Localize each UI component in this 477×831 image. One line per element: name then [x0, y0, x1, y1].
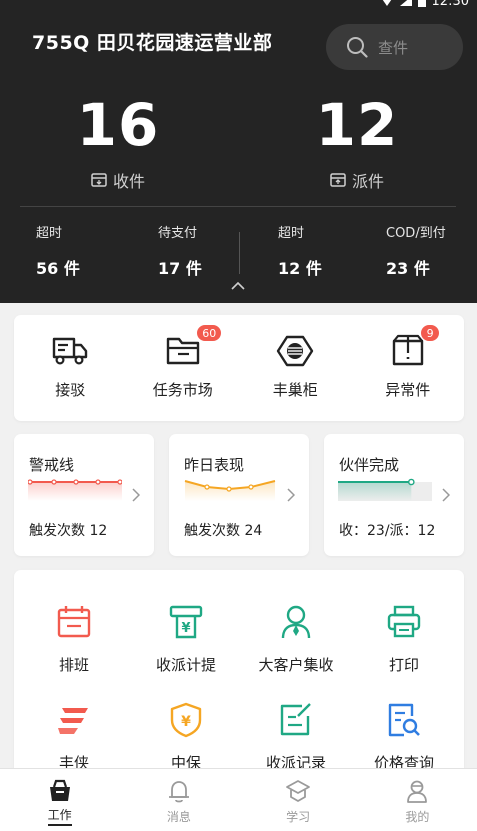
metric-title: 警戒线: [29, 456, 75, 474]
signal-icon: [399, 0, 412, 6]
tool-key-account[interactable]: 大客户集收: [240, 604, 352, 675]
receive-count: 16: [76, 91, 160, 159]
tab-study[interactable]: 学习: [239, 769, 358, 831]
yesterday-performance-card[interactable]: 昨日表现 触发次数 24: [169, 434, 309, 556]
header-vertical-divider: [239, 232, 240, 274]
receive-label: 收件: [112, 172, 145, 191]
header-divider: [20, 206, 456, 207]
tool-price-query[interactable]: 价格查询: [348, 702, 460, 773]
tool-fengxia[interactable]: 丰侠: [18, 702, 130, 773]
tool-schedule[interactable]: 排班: [18, 604, 130, 675]
tab-work[interactable]: 工作: [0, 769, 119, 831]
sub-stat-value: 17 件: [158, 259, 202, 278]
quick-action-locker[interactable]: 丰巢柜: [239, 315, 352, 421]
dispatch-stat[interactable]: 12 派件: [287, 92, 427, 192]
dashboard-header: 12:30 755Q 田贝花园速运营业部 查件 16 收件 12 派件 超时 5…: [0, 0, 477, 303]
tab-label: 学习: [286, 810, 311, 824]
quick-action-label: 接驳: [55, 381, 86, 399]
bell-icon: [168, 781, 189, 803]
status-bar: 12:30: [380, 0, 469, 9]
sub-stat-title: COD/到付: [386, 226, 446, 241]
partner-completion-card[interactable]: 伙伴完成 收：23/派：12: [324, 434, 464, 556]
svg-text:¥: ¥: [181, 621, 190, 636]
quick-action-transfer[interactable]: 接驳: [14, 315, 127, 421]
chevron-right-icon: [442, 488, 450, 502]
battery-icon: [417, 0, 426, 7]
sub-stat-value: 56 件: [36, 259, 80, 278]
quick-action-label: 异常件: [385, 381, 431, 399]
bottom-tab-bar: 工作 消息 学习 我的: [0, 768, 477, 831]
tab-profile[interactable]: 我的: [358, 769, 477, 831]
printer-icon: [387, 605, 421, 638]
status-time: 12:30: [431, 0, 469, 9]
search-input[interactable]: 查件: [326, 24, 463, 70]
truck-icon: [53, 337, 88, 365]
tool-commission[interactable]: ¥ 收派计提: [130, 604, 242, 675]
svg-text:¥: ¥: [181, 714, 191, 730]
tool-insurance[interactable]: ¥ 中保: [130, 702, 242, 773]
dispatch-box-icon: [330, 173, 346, 187]
chevron-right-icon: [287, 488, 295, 502]
calendar-icon: [57, 606, 91, 638]
work-bag-icon: [49, 779, 70, 801]
doc-search-icon: [388, 703, 420, 737]
station-name: 755Q 田贝花园速运营业部: [32, 32, 273, 54]
tool-print[interactable]: 打印: [348, 604, 460, 675]
tools-card: 排班 ¥ 收派计提 大客户集收 打印 丰侠 ¥ 中保 收派记录 价格查询: [14, 570, 464, 800]
metric-title: 昨日表现: [184, 456, 245, 474]
alert-line-card[interactable]: 警戒线 触发次数 12: [14, 434, 154, 556]
quick-actions-card: 接驳 任务市场 60 丰巢柜 异常件 9: [14, 315, 464, 421]
search-placeholder: 查件: [378, 38, 409, 57]
tool-label: 打印: [388, 656, 419, 674]
collapse-chevron-icon[interactable]: [229, 281, 247, 291]
metric-value: 触发次数 24: [184, 523, 263, 539]
pending-payment-stat[interactable]: 待支付 17 件: [158, 222, 202, 279]
atm-icon: ¥: [169, 605, 203, 639]
tool-label: 排班: [58, 656, 89, 674]
task-market-badge: 60: [196, 324, 223, 342]
receive-timeout-stat[interactable]: 超时 56 件: [36, 222, 80, 279]
profile-icon: [407, 780, 428, 803]
tab-label: 消息: [166, 810, 191, 824]
tool-label: 大客户集收: [258, 656, 334, 674]
tab-label: 工作: [47, 808, 72, 822]
search-icon: [347, 37, 368, 58]
tab-messages[interactable]: 消息: [119, 769, 238, 831]
quick-action-exception[interactable]: 异常件 9: [352, 315, 465, 421]
dispatch-timeout-stat[interactable]: 超时 12 件: [278, 222, 322, 279]
person-icon: [281, 605, 311, 639]
receive-stat[interactable]: 16 收件: [48, 92, 188, 192]
yesterday-sparkline: [184, 480, 276, 501]
tool-label: 收派计提: [155, 656, 216, 674]
metric-value: 触发次数 12: [29, 523, 108, 539]
study-icon: [286, 780, 311, 802]
metric-title: 伙伴完成: [339, 456, 400, 474]
tab-label: 我的: [405, 810, 430, 824]
sub-stat-value: 12 件: [278, 259, 322, 278]
sub-stat-title: 超时: [278, 226, 305, 241]
cod-stat[interactable]: COD/到付 23 件: [386, 222, 446, 279]
quick-action-task-market[interactable]: 任务市场 60: [127, 315, 240, 421]
exception-badge: 9: [420, 324, 441, 342]
quick-action-label: 任务市场: [152, 381, 213, 399]
chevron-right-icon: [132, 488, 140, 502]
receive-box-icon: [91, 173, 107, 187]
partner-progress-bar: [338, 478, 432, 501]
sub-stat-title: 待支付: [158, 226, 198, 241]
metric-value: 收：23/派：12: [339, 523, 436, 539]
sub-stat-value: 23 件: [386, 259, 430, 278]
folder-icon: [166, 337, 199, 365]
active-tab-indicator: [47, 824, 72, 826]
sub-stat-title: 超时: [36, 226, 63, 241]
feng-logo-icon: [58, 708, 88, 734]
locker-icon: [277, 335, 314, 367]
tool-delivery-records[interactable]: 收派记录: [240, 702, 352, 773]
alert-line-sparkline: [28, 479, 122, 501]
dispatch-count: 12: [315, 91, 399, 159]
edit-note-icon: [280, 703, 311, 736]
dispatch-label: 派件: [351, 172, 384, 191]
wifi-icon: [382, 0, 391, 6]
quick-action-label: 丰巢柜: [272, 381, 318, 399]
yuan-shield-icon: ¥: [170, 702, 202, 738]
